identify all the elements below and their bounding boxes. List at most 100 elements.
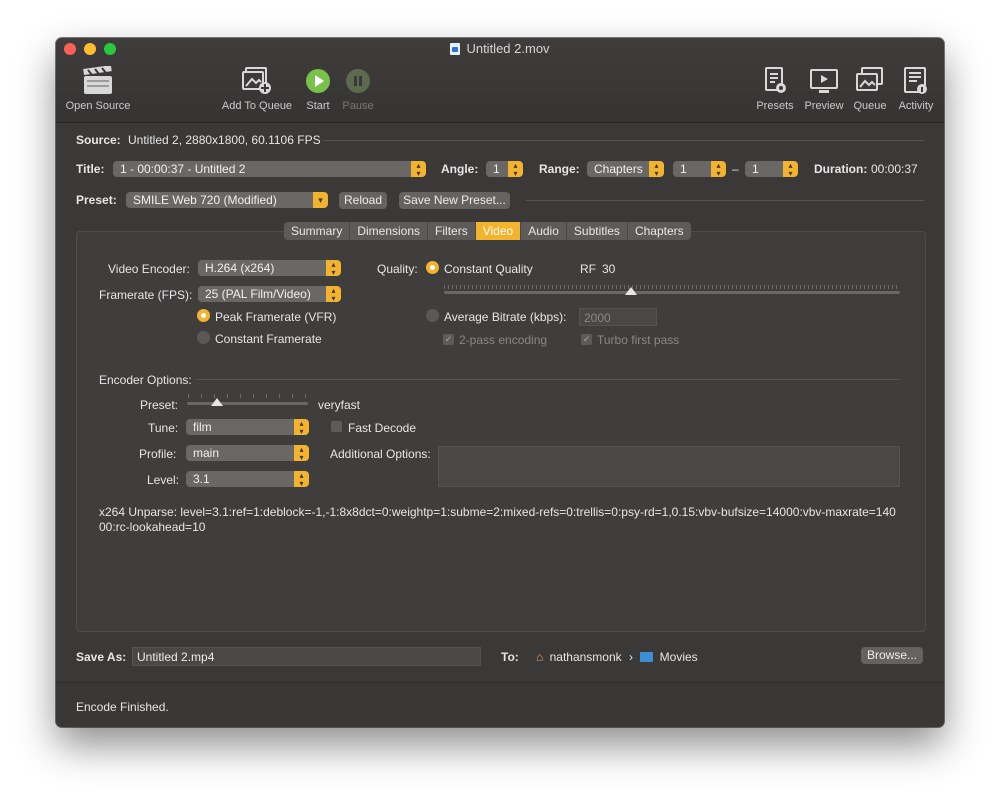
average-bitrate-label: Average Bitrate (kbps): [444,310,567,324]
source-label: Source: [76,133,121,147]
turbo-first-pass-label: Turbo first pass [597,333,680,347]
constant-quality-radio[interactable] [426,261,439,274]
browse-button[interactable]: Browse... [861,647,923,664]
preview-button[interactable]: Preview [800,66,848,112]
tab-video[interactable]: Video [474,222,521,240]
tab-chapters[interactable]: Chapters [626,222,691,240]
open-source-label: Open Source [65,100,131,112]
range-label: Range: [539,162,580,176]
tab-summary[interactable]: Summary [284,222,349,240]
to-label: To: [501,650,519,664]
framerate-popup[interactable]: 25 (PAL Film/Video) ▴ ▾ [198,286,341,302]
range-popup[interactable]: Chapters ▴ ▾ [587,161,664,177]
chevron-updown-icon: ▴ ▾ [649,161,664,177]
add-to-queue-button[interactable]: Add To Queue [216,66,298,112]
tab-filters[interactable]: Filters [427,222,475,240]
tab-subtitles[interactable]: Subtitles [565,222,627,240]
tune-popup[interactable]: film ▴ ▾ [186,419,309,435]
activity-button[interactable]: Activity [894,66,938,112]
range-start-popup[interactable]: 1 ▴ ▾ [673,161,726,177]
chevron-updown-icon: ▴ ▾ [411,161,426,177]
chevron-down-icon: ▾ [313,192,328,208]
chevron-updown-icon: ▴ ▾ [326,286,341,302]
level-value: 3.1 [193,472,210,486]
activity-log-icon [903,66,929,96]
tune-value: film [193,420,212,434]
x264-preset-label: Preset: [140,398,179,412]
destination-path: ⌂ nathansmonk › Movies [536,650,698,664]
preset-label: Preset: [76,193,117,207]
tab-audio[interactable]: Audio [520,222,566,240]
save-as-label: Save As: [76,650,127,664]
profile-popup[interactable]: main ▴ ▾ [186,445,309,461]
peak-framerate-label: Peak Framerate (VFR) [215,310,337,324]
queue-button[interactable]: Queue [850,66,890,112]
range-end-popup[interactable]: 1 ▴ ▾ [745,161,798,177]
constant-framerate-radio[interactable] [197,331,210,344]
open-source-button[interactable]: Open Source [62,65,134,112]
rf-value: 30 [602,262,616,276]
preset-popup[interactable]: SMILE Web 720 (Modified) ▾ [126,192,328,208]
preset-divider [526,200,924,201]
pause-button[interactable]: Pause [340,66,376,112]
preview-label: Preview [804,100,844,112]
video-encoder-popup[interactable]: H.264 (x264) ▴ ▾ [198,260,341,276]
x264-unparse-line-2: 00:rc-lookahead=10 [99,520,206,534]
turbo-first-pass-checkbox[interactable]: ✓ [581,334,592,345]
chevron-updown-icon: ▴ ▾ [326,260,341,276]
range-start-value: 1 [680,162,687,176]
range-end-value: 1 [752,162,759,176]
queue-label: Queue [853,100,887,112]
app-window: Untitled 2.mov Open Source Add To Queue … [56,38,944,727]
angle-popup[interactable]: 1 ▴ ▾ [486,161,523,177]
preset-popup-value: SMILE Web 720 (Modified) [133,193,277,207]
framerate-label: Framerate (FPS): [99,288,193,302]
average-bitrate-radio[interactable] [426,309,439,322]
profile-label: Profile: [139,447,177,461]
bitrate-input[interactable]: 2000 [579,308,657,326]
angle-label: Angle: [441,162,479,176]
tab-bar: Summary Dimensions Filters Video Audio S… [284,222,691,240]
start-button[interactable]: Start [300,66,336,112]
two-pass-checkbox[interactable]: ✓ [443,334,454,345]
x264-preset-value: veryfast [318,398,361,412]
queue-icon [855,66,885,96]
level-popup[interactable]: 3.1 ▴ ▾ [186,471,309,487]
clapperboard-icon [82,65,114,96]
chevron-updown-icon: ▴ ▾ [294,471,309,487]
title-popup[interactable]: 1 - 00:00:37 - Untitled 2 ▴ ▾ [113,161,426,177]
rf-slider-thumb[interactable] [624,287,637,295]
chevron-updown-icon: ▴ ▾ [294,445,309,461]
path-folder: Movies [659,650,698,664]
add-to-queue-label: Add To Queue [221,100,293,112]
folder-icon [640,652,654,662]
reload-button[interactable]: Reload [339,192,387,209]
x264-preset-slider-thumb[interactable] [211,398,224,406]
save-as-value: Untitled 2.mp4 [137,650,215,664]
preview-icon [809,66,839,96]
tab-dimensions[interactable]: Dimensions [349,222,427,240]
document-icon [450,43,461,55]
peak-framerate-radio[interactable] [197,309,210,322]
video-encoder-value: H.264 (x264) [205,261,275,275]
status-text: Encode Finished. [76,700,169,714]
x264-preset-slider[interactable] [187,402,308,405]
title-bar: Untitled 2.mov Open Source Add To Queue … [56,38,944,123]
fast-decode-label: Fast Decode [348,421,417,435]
presets-button[interactable]: Presets [753,66,797,112]
additional-options-input[interactable] [438,446,900,487]
tune-label: Tune: [148,421,179,435]
chevron-updown-icon: ▴ ▾ [711,161,726,177]
presets-icon [762,66,788,96]
additional-options-label: Additional Options: [330,447,431,461]
save-new-preset-button[interactable]: Save New Preset... [399,192,510,209]
encoder-options-heading: Encoder Options: [99,373,192,387]
status-bar: Encode Finished. [56,682,944,727]
fast-decode-checkbox[interactable] [331,421,342,432]
two-pass-label: 2-pass encoding [459,333,548,347]
home-icon: ⌂ [536,650,544,664]
save-as-input[interactable]: Untitled 2.mp4 [132,647,481,666]
rf-slider[interactable] [444,291,900,294]
activity-label: Activity [898,100,934,112]
window-title: Untitled 2.mov [56,41,944,56]
